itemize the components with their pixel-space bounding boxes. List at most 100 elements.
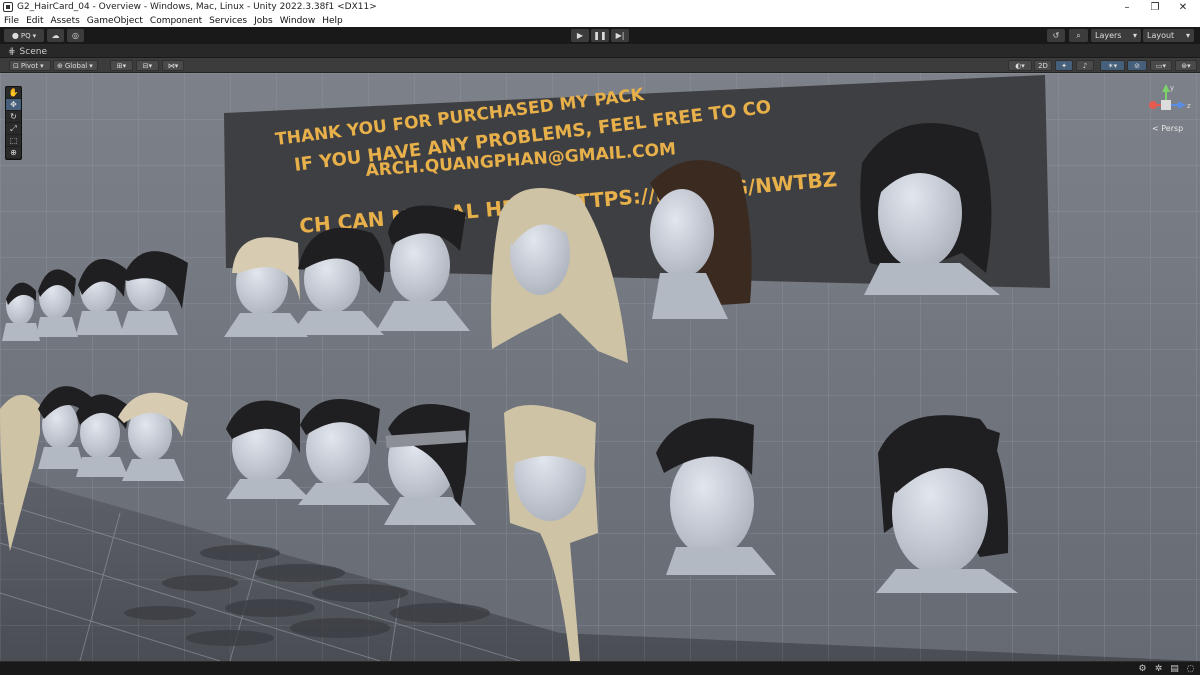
grid-snap-dropdown[interactable]: ⊞▾ (110, 60, 133, 71)
chevron-down-icon: ▾ (40, 61, 44, 70)
audio-toggle[interactable]: ♪ (1076, 60, 1094, 71)
effects-dropdown[interactable]: ✶▾ (1100, 60, 1125, 71)
scale-icon: ⤢ (10, 123, 17, 133)
transform-tool[interactable]: ⊕ (6, 147, 21, 159)
orientation-gizmo[interactable]: y z < Persp (1140, 82, 1195, 146)
camera-dropdown[interactable]: ▭▾ (1150, 60, 1172, 71)
menu-jobs[interactable]: Jobs (254, 16, 273, 26)
y-axis-cone[interactable] (1162, 84, 1170, 92)
gizmo-y-label: y (1170, 84, 1174, 92)
account-icon: ● (11, 31, 19, 40)
lighting-toggle[interactable]: ✦ (1055, 60, 1073, 71)
account-label: PQ (20, 31, 31, 40)
rotate-tool[interactable]: ↻ (6, 111, 21, 123)
layers-dropdown[interactable]: Layers ▾ (1091, 29, 1141, 42)
global-label: Global (64, 61, 88, 70)
search-button[interactable]: ⌕ (1069, 29, 1088, 42)
scene-toolbar: ⊡ Pivot ▾ ⊕ Global ▾ ⊞▾ ⊟▾ ⋈▾ ◐▾ 2D ✦ ♪ … (0, 58, 1200, 73)
play-icon: ▶ (576, 31, 584, 40)
move-icon: ✥ (10, 100, 17, 109)
light-bulb-icon: ✦ (1061, 61, 1067, 70)
view-tool[interactable]: ✋ (6, 87, 21, 99)
menu-component[interactable]: Component (150, 16, 202, 26)
chevron-down-icon: ▾ (1185, 31, 1190, 40)
shading-icon: ◐▾ (1015, 61, 1025, 70)
chevron-down-icon: ▾ (1132, 31, 1137, 40)
progress-icon[interactable]: ◌ (1185, 664, 1196, 674)
z-axis-cone[interactable] (1178, 101, 1186, 109)
global-dropdown[interactable]: ⊕ Global ▾ (53, 60, 98, 71)
play-button[interactable]: ▶ (571, 29, 589, 42)
menu-bar: File Edit Assets GameObject Component Se… (0, 14, 1200, 27)
eye-slash-icon: ⊘ (1134, 61, 1140, 70)
collab-button[interactable]: ◎ (67, 29, 84, 42)
camera-icon: ▭▾ (1155, 61, 1167, 70)
pivot-dropdown[interactable]: ⊡ Pivot ▾ (9, 60, 51, 71)
snap-increment-dropdown[interactable]: ⊟▾ (136, 60, 159, 71)
menu-services[interactable]: Services (209, 16, 247, 26)
scene-tab-row: ⋕ Scene (0, 44, 1200, 58)
step-icon: ▶| (615, 31, 625, 40)
pivot-icon: ⊡ (13, 61, 19, 70)
menu-assets[interactable]: Assets (51, 16, 80, 26)
cache-icon[interactable]: ▤ (1169, 664, 1180, 674)
scene-icon: ⋕ (8, 46, 16, 57)
bug-icon[interactable]: ✲ (1153, 664, 1164, 674)
layers-label: Layers (1095, 31, 1122, 40)
status-bar: ⚙ ✲ ▤ ◌ (0, 661, 1200, 675)
network-icon[interactable]: ⚙ (1137, 664, 1148, 674)
menu-help[interactable]: Help (322, 16, 343, 26)
effects-icon: ✶▾ (1107, 61, 1118, 70)
cloud-icon: ☁ (51, 31, 60, 40)
menu-window[interactable]: Window (280, 16, 316, 26)
chevron-down-icon: ▾ (89, 61, 93, 70)
rotate-icon: ↻ (10, 112, 17, 121)
layout-label: Layout (1147, 31, 1175, 40)
menu-edit[interactable]: Edit (26, 16, 43, 26)
menu-file[interactable]: File (4, 16, 19, 26)
layout-dropdown[interactable]: Layout ▾ (1143, 29, 1194, 42)
mode-2d-label: 2D (1038, 61, 1048, 70)
scene-render: THANK YOU FOR PURCHASED MY PACK IF YOU H… (0, 73, 1200, 661)
chevron-down-icon: ▾ (32, 31, 37, 40)
hair-model (650, 160, 752, 319)
history-icon: ↺ (1052, 31, 1060, 40)
grid-icon: ⊞▾ (116, 61, 127, 70)
window-title: G2_HairCard_04 - Overview - Windows, Mac… (17, 2, 377, 12)
collab-icon: ◎ (72, 31, 79, 40)
account-dropdown[interactable]: ● PQ ▾ (4, 29, 44, 42)
transform-icon: ⊕ (10, 148, 17, 157)
snap-icon: ⊟▾ (142, 61, 153, 70)
snap-options-dropdown[interactable]: ⋈▾ (162, 60, 184, 71)
globe-icon: ⊕ (57, 61, 63, 70)
rect-tool[interactable]: ⬚ (6, 135, 21, 147)
pivot-label: Pivot (20, 61, 39, 70)
hand-icon: ✋ (8, 88, 19, 97)
draw-mode-dropdown[interactable]: ◐▾ (1008, 60, 1032, 71)
magnet-icon: ⋈▾ (167, 61, 179, 70)
search-icon: ⌕ (1076, 30, 1081, 40)
projection-label[interactable]: < Persp (1152, 124, 1183, 133)
toggle-2d-button[interactable]: 2D (1034, 60, 1052, 71)
gizmo-z-label: z (1187, 102, 1191, 110)
main-toolbar: ● PQ ▾ ☁ ◎ ▶ ❚❚ ▶| ↺ ⌕ Layers ▾ Layout ▾ (0, 27, 1200, 44)
gizmos-icon: ⊛▾ (1181, 61, 1191, 70)
step-button[interactable]: ▶| (611, 29, 629, 42)
pause-button[interactable]: ❚❚ (591, 29, 609, 42)
move-tool[interactable]: ✥ (6, 99, 21, 111)
tab-scene[interactable]: ⋕ Scene (4, 45, 53, 58)
scale-tool[interactable]: ⤢ (6, 123, 21, 135)
tool-palette: ✋ ✥ ↻ ⤢ ⬚ ⊕ (5, 86, 22, 160)
pause-icon: ❚❚ (593, 31, 607, 40)
menu-gameobject[interactable]: GameObject (87, 16, 143, 26)
hidden-objects-toggle[interactable]: ⊘ (1127, 60, 1147, 71)
tab-scene-label: Scene (19, 46, 47, 57)
undo-history-button[interactable]: ↺ (1047, 29, 1065, 42)
cloud-button[interactable]: ☁ (47, 29, 64, 42)
unity-logo-icon (3, 2, 13, 12)
x-axis-cone[interactable] (1149, 101, 1157, 109)
title-bar: G2_HairCard_04 - Overview - Windows, Mac… (0, 0, 1200, 14)
gizmos-dropdown[interactable]: ⊛▾ (1175, 60, 1197, 71)
close-button[interactable]: ✕ (1166, 0, 1200, 14)
scene-viewport[interactable]: THANK YOU FOR PURCHASED MY PACK IF YOU H… (0, 73, 1200, 661)
